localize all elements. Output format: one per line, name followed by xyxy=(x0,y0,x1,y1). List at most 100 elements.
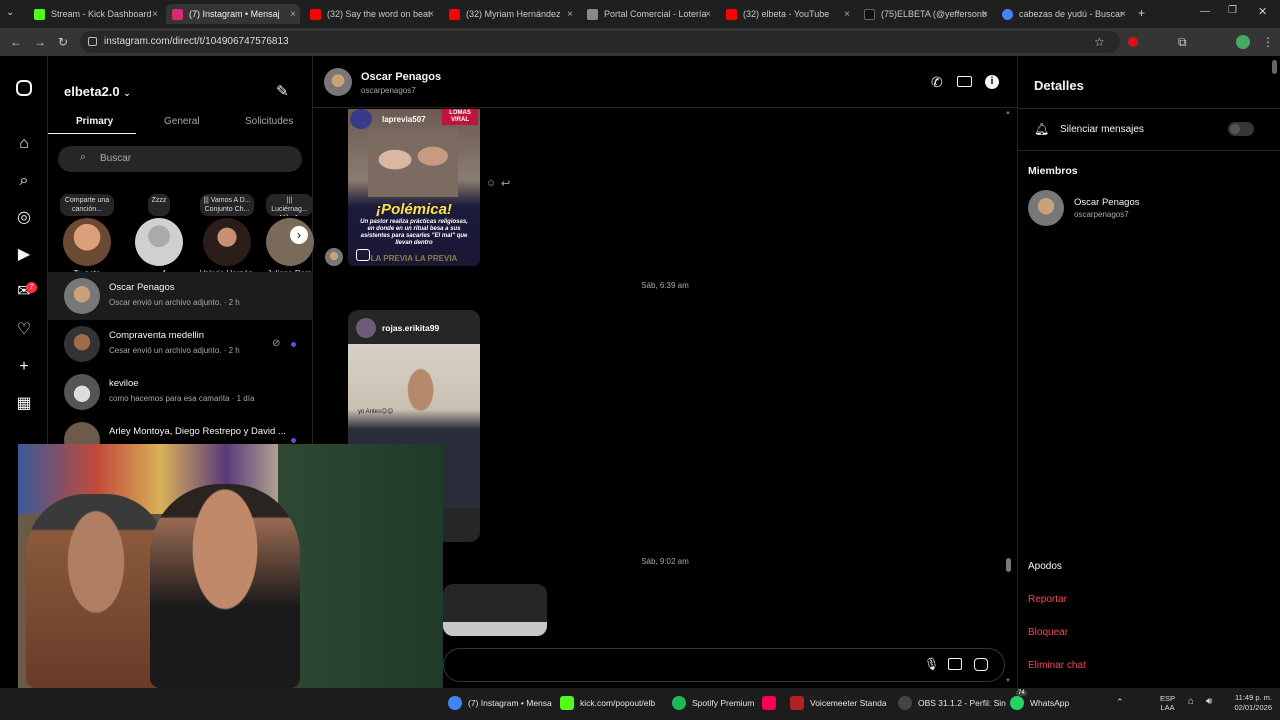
contact-name[interactable]: Oscar Penagos xyxy=(361,71,441,83)
member-avatar[interactable] xyxy=(1028,190,1064,226)
note-item[interactable]: ||| Vamos A D... Conjunto Ch...Valeria H… xyxy=(200,194,254,278)
microphone-icon[interactable]: 🎙 xyxy=(924,657,939,671)
scroll-thumb[interactable] xyxy=(1006,558,1011,572)
phone-icon[interactable]: ✆ xyxy=(931,74,943,91)
browser-tab[interactable]: (32) Myriam Hernández × xyxy=(443,4,577,24)
message-input[interactable]: 🎙 xyxy=(443,648,1005,682)
search-icon: ⌕ xyxy=(80,151,87,163)
attachment-message[interactable] xyxy=(443,584,547,636)
thread-item-selected[interactable]: Oscar Penagos Oscar envió un archivo adj… xyxy=(48,272,313,320)
reply-icon[interactable]: ↩ xyxy=(501,177,510,190)
url-input[interactable]: instagram.com/direct/t/104906747576813 xyxy=(80,31,1120,53)
shared-post[interactable]: laprevia507 LOMAS VIRAL ¡Polémica! Un pa… xyxy=(348,109,480,266)
language-indicator[interactable]: ESP LAA xyxy=(1160,694,1175,712)
new-message-icon[interactable]: ✎ xyxy=(276,82,289,100)
mute-toggle[interactable] xyxy=(1228,122,1254,136)
notifications-heart-icon[interactable]: ♡ xyxy=(14,320,34,340)
home-icon[interactable]: ⌂ xyxy=(14,134,34,154)
page-scrollbar-thumb[interactable] xyxy=(1272,60,1277,74)
avatar[interactable] xyxy=(324,68,352,96)
close-tab-icon[interactable]: × xyxy=(152,9,158,20)
instagram-logo-icon[interactable] xyxy=(16,80,32,96)
kick-icon xyxy=(560,696,574,710)
browser-tab[interactable]: (32) Say the word on beat × xyxy=(304,4,438,24)
tiktok-icon xyxy=(864,8,875,20)
browser-tab[interactable]: Portal Comercial - Lotería × xyxy=(581,4,715,24)
search-icon[interactable]: ⌕ xyxy=(14,171,34,191)
sticker-icon[interactable] xyxy=(974,658,988,671)
react-emoji-icon[interactable]: ☺ xyxy=(486,178,496,189)
taskbar-item[interactable]: kick.com/popout/elb xyxy=(560,696,655,710)
taskbar-item[interactable]: OBS 31.1.2 - Perfil: Sin xyxy=(898,696,1006,710)
bookmark-star-icon[interactable]: ☆ xyxy=(1094,35,1105,49)
chat-header: Oscar Penagos oscarpenagos7 ✆ i xyxy=(313,56,1017,108)
thread-item[interactable]: Compraventa medellin Cesar envió un arch… xyxy=(48,320,313,368)
minimize-icon[interactable]: — xyxy=(1200,6,1210,17)
forward-icon[interactable]: → xyxy=(34,35,46,49)
video-call-icon[interactable] xyxy=(957,76,972,87)
menu-icon[interactable]: ⋮ xyxy=(1262,35,1274,49)
taskbar-item[interactable]: Voicemeeter Standa xyxy=(790,696,887,710)
network-icon[interactable]: ⌂ xyxy=(1188,696,1194,707)
taskbar-item[interactable]: (7) Instagram • Mensa xyxy=(448,696,552,710)
tab-primary[interactable]: Primary xyxy=(76,116,113,127)
tab-general[interactable]: General xyxy=(164,116,200,127)
explore-icon[interactable]: ◎ xyxy=(14,208,34,228)
google-icon xyxy=(1002,8,1013,20)
extension-icon[interactable] xyxy=(1128,37,1138,47)
volume-icon[interactable]: 🔊︎ xyxy=(1206,696,1212,707)
account-switcher[interactable]: elbeta2.0 ⌄ xyxy=(64,84,131,99)
close-window-icon[interactable]: ✕ xyxy=(1258,5,1267,18)
browser-tab[interactable]: (32) elbeta - YouTube × xyxy=(720,4,854,24)
thread-item[interactable]: keviloe como hacemos para esa camarita ·… xyxy=(48,368,313,416)
search-input[interactable]: ⌕ Buscar xyxy=(58,146,302,172)
taskbar-item[interactable]: WhatsApp xyxy=(1010,696,1069,710)
portal-icon xyxy=(587,8,598,20)
tab-requests[interactable]: Solicitudes xyxy=(245,116,293,127)
close-tab-icon[interactable]: × xyxy=(705,9,711,20)
back-icon[interactable]: ← xyxy=(10,35,22,49)
browser-tab-bar: ⌄ Stream - Kick Dashboard × (7) Instagram… xyxy=(0,0,1280,28)
dashboard-icon[interactable]: ▦ xyxy=(14,394,34,414)
bell-icon: 🔔︎ xyxy=(1034,122,1050,136)
close-tab-icon[interactable]: × xyxy=(290,9,296,20)
note-item[interactable]: Zzzz𝒆𝒂𝒍 xyxy=(132,194,186,279)
close-tab-icon[interactable]: × xyxy=(844,9,850,20)
close-tab-icon[interactable]: × xyxy=(1120,9,1126,20)
close-tab-icon[interactable]: × xyxy=(567,9,573,20)
tab-search-icon[interactable]: ⌄ xyxy=(6,7,14,18)
note-item[interactable]: Comparte una canción...Tu nota xyxy=(60,194,114,278)
browser-tab[interactable]: cabezas de yudú - Buscar × xyxy=(996,4,1130,24)
info-icon[interactable]: i xyxy=(985,75,999,89)
nicknames-button[interactable]: Apodos xyxy=(1028,561,1062,572)
tray-chevron-icon[interactable]: ⌃ xyxy=(1116,697,1124,708)
chat-scrollbar[interactable]: ▲ ▼ xyxy=(1004,110,1012,685)
taskbar-item[interactable]: Spotify Premium xyxy=(672,696,754,710)
browser-tab-active[interactable]: (7) Instagram • Mensaj × xyxy=(166,4,300,24)
maximize-icon[interactable]: ❐ xyxy=(1228,5,1237,16)
avatar xyxy=(63,218,111,266)
active-tab-indicator xyxy=(48,133,136,134)
whatsapp-badge: 74 xyxy=(1016,690,1027,696)
new-tab-icon[interactable]: + xyxy=(1138,6,1145,20)
image-icon[interactable] xyxy=(948,658,962,670)
reload-icon[interactable]: ↻ xyxy=(58,35,68,49)
report-button[interactable]: Reportar xyxy=(1028,594,1067,605)
block-button[interactable]: Bloquear xyxy=(1028,627,1068,638)
extensions-icon[interactable]: ⧉ xyxy=(1178,35,1187,50)
reels-icon[interactable]: ▶ xyxy=(14,245,34,265)
taskbar-item[interactable] xyxy=(762,696,782,710)
delete-chat-button[interactable]: Eliminar chat xyxy=(1028,660,1086,671)
notes-next-button[interactable]: › xyxy=(290,226,308,244)
close-tab-icon[interactable]: × xyxy=(428,9,434,20)
person-right xyxy=(150,484,300,688)
site-info-icon[interactable] xyxy=(88,37,97,46)
profile-avatar[interactable] xyxy=(1236,35,1250,49)
youtube-icon xyxy=(449,8,460,20)
close-tab-icon[interactable]: × xyxy=(982,9,988,20)
browser-tab[interactable]: Stream - Kick Dashboard × xyxy=(28,4,162,24)
avatar xyxy=(64,326,100,362)
browser-tab[interactable]: (75)ELBETA (@yeffersonb × xyxy=(858,4,992,24)
create-icon[interactable]: + xyxy=(14,357,34,377)
clock[interactable]: 11:49 p. m. 02/01/2026 xyxy=(1222,693,1272,713)
